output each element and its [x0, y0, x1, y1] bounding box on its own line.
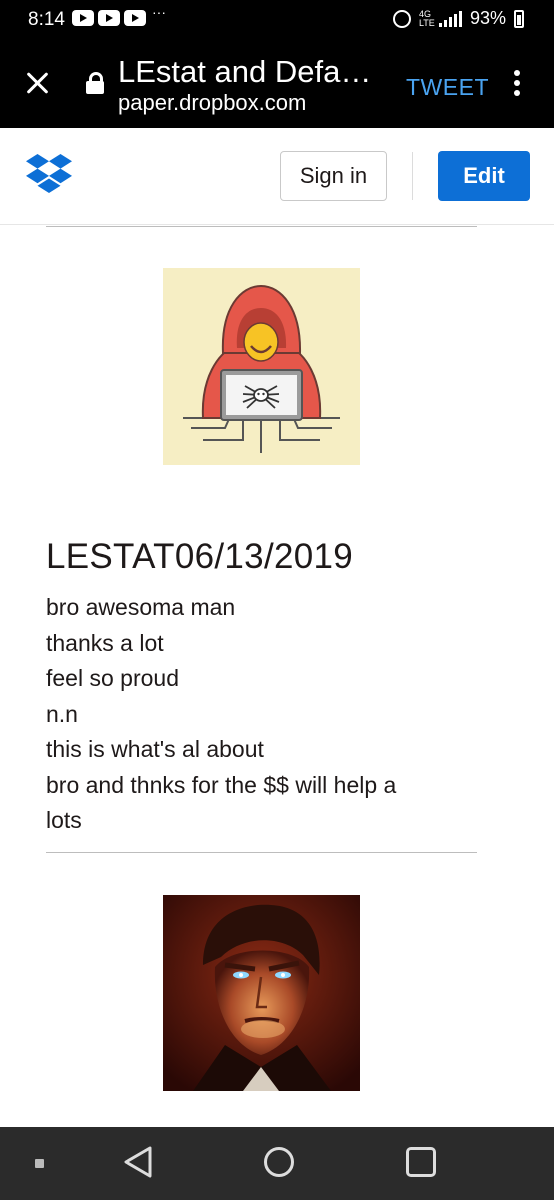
system-nav-bar — [0, 1127, 554, 1200]
header-divider — [412, 152, 413, 200]
more-vertical-icon[interactable] — [512, 70, 522, 100]
post-heading: LESTAT06/13/2019 — [46, 537, 354, 576]
status-more-indicator: ··· — [152, 4, 166, 20]
home-circle-icon[interactable] — [264, 1147, 294, 1177]
dropbox-logo-icon[interactable] — [26, 154, 72, 194]
notification-icons — [72, 10, 146, 26]
dropbox-header: Sign in Edit — [0, 128, 554, 225]
status-right-group: 4G LTE 93% — [392, 8, 524, 29]
hacker-illustration-image — [163, 268, 360, 465]
post-line: thanks a lot — [46, 629, 164, 656]
tweet-button[interactable]: TWEET — [406, 74, 489, 101]
villain-portrait-image — [163, 895, 360, 1091]
battery-percent: 93% — [469, 8, 506, 28]
post-line: bro awesoma man — [46, 594, 236, 620]
youtube-notification-icon — [124, 10, 146, 26]
recent-apps-square-icon[interactable] — [406, 1147, 436, 1177]
youtube-notification-icon — [98, 10, 120, 26]
status-bar: 8:14 ··· 4G LTE 93% — [0, 0, 554, 40]
signal-icon — [438, 10, 462, 27]
nav-dot-indicator — [35, 1159, 44, 1168]
browser-toolbar: LEstat and Defa… paper.dropbox.com TWEET — [0, 40, 554, 128]
post-line: feel so proud — [46, 665, 179, 691]
close-icon[interactable] — [22, 68, 52, 98]
lock-icon — [86, 72, 104, 94]
post-line: lots — [46, 807, 82, 833]
battery-icon — [514, 9, 524, 28]
post-line: n.n — [46, 700, 78, 727]
page-title: LEstat and Defa… — [118, 54, 372, 89]
sign-in-button[interactable]: Sign in — [280, 151, 387, 201]
alarm-icon — [392, 9, 411, 28]
post-line: bro and thnks for the $$ will help a — [46, 771, 397, 798]
post-line: this is what's al about — [46, 736, 264, 762]
divider-bottom — [46, 852, 477, 853]
status-time: 8:14 — [28, 9, 65, 30]
divider-top — [46, 226, 477, 227]
page-url: paper.dropbox.com — [118, 90, 307, 115]
network-type: 4G LTE — [418, 8, 435, 28]
post-body: bro awesoma man thanks a lot feel so pro… — [46, 590, 476, 839]
back-triangle-icon[interactable] — [122, 1145, 154, 1179]
edit-button[interactable]: Edit — [438, 151, 530, 201]
youtube-notification-icon — [72, 10, 94, 26]
